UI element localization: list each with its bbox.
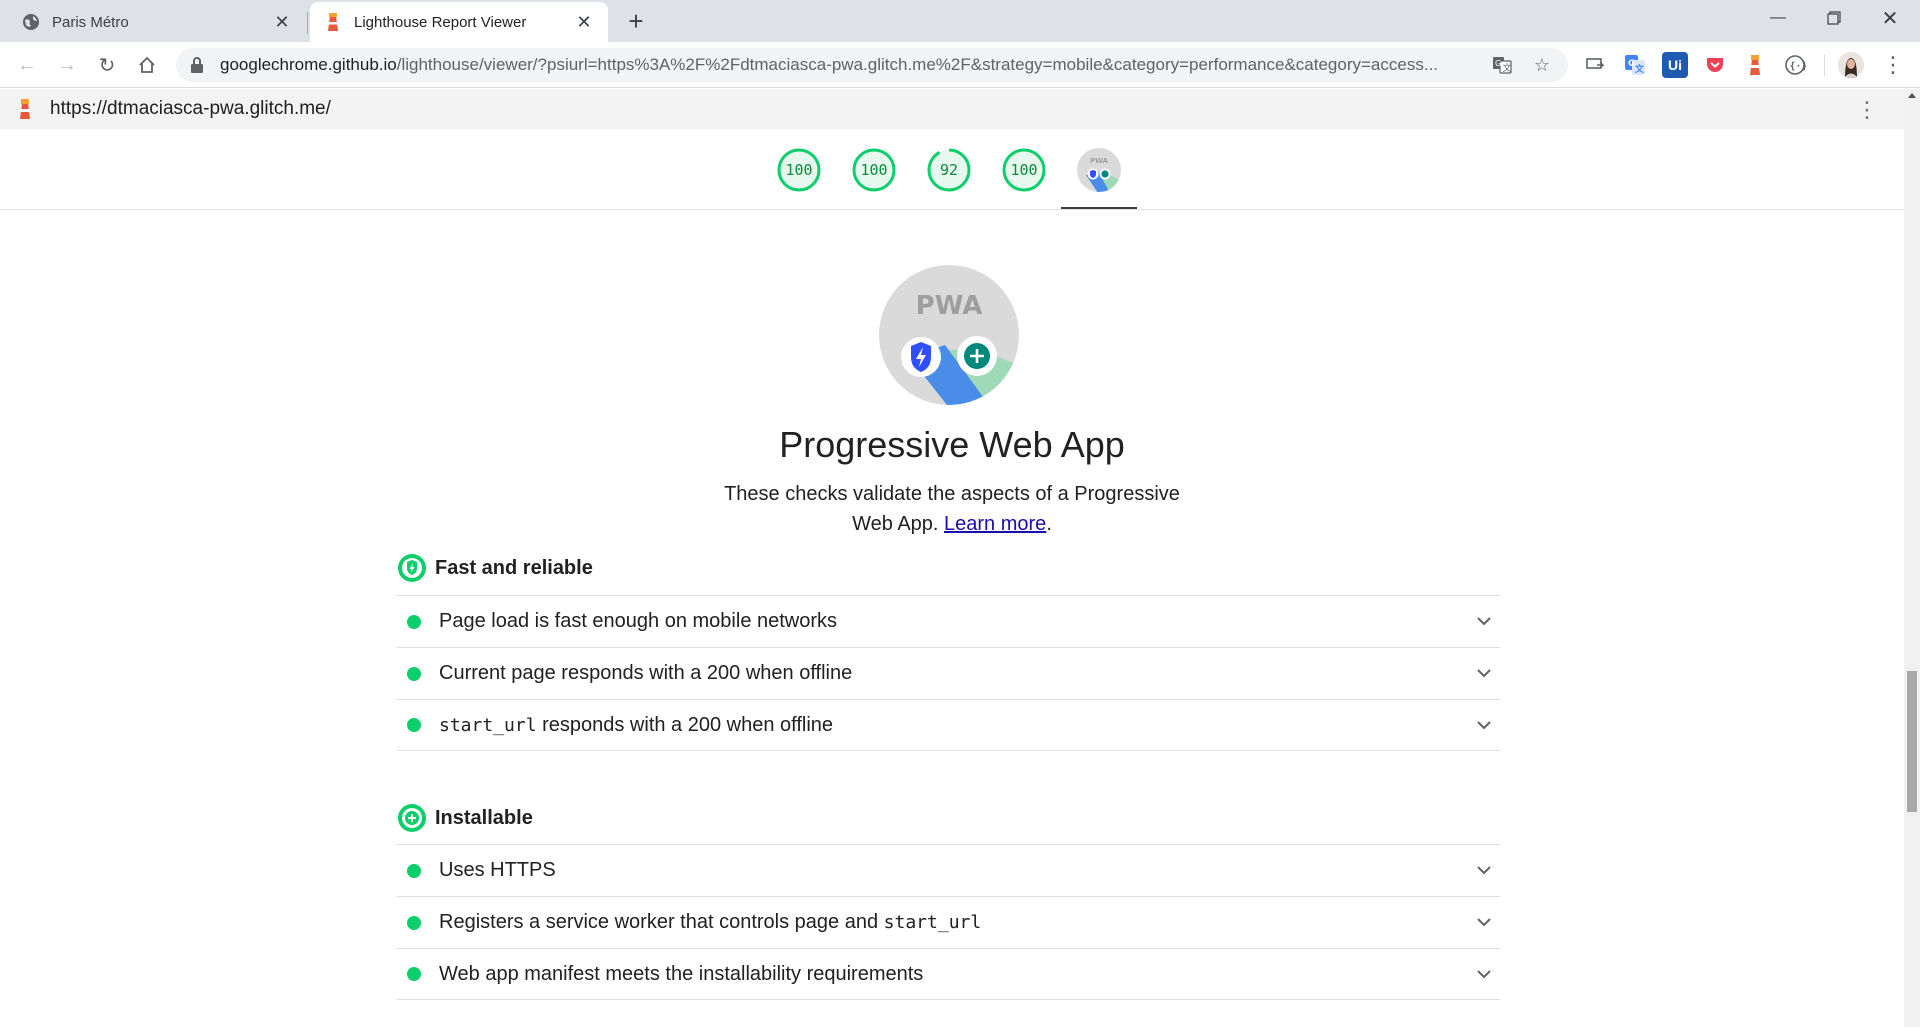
uipath-extension-icon[interactable]: Ui <box>1662 52 1688 78</box>
svg-text:PWA: PWA <box>1090 157 1109 165</box>
svg-text:文: 文 <box>1634 63 1645 75</box>
audit-title-text: Registers a service worker that controls… <box>439 911 884 933</box>
pass-indicator <box>407 666 421 681</box>
audit-row-start-url-offline[interactable]: start_url responds with a 200 when offli… <box>397 699 1500 751</box>
page-scrollbar[interactable] <box>1904 89 1920 1027</box>
group-title: Installable <box>435 806 533 829</box>
gauge-pwa[interactable]: PWA <box>1076 147 1122 193</box>
chevron-down-icon[interactable] <box>1474 715 1494 735</box>
new-tab-button[interactable]: + <box>620 5 652 37</box>
url-text: googlechrome.github.io/lighthouse/viewer… <box>220 55 1474 75</box>
gauge-score: 100 <box>860 161 888 179</box>
category-description: These checks validate the aspects of a P… <box>712 479 1192 539</box>
google-translate-icon[interactable]: G文 <box>1622 52 1648 78</box>
toolbar-divider <box>1824 54 1825 76</box>
audit-title: Uses HTTPS <box>439 859 556 881</box>
svg-text:{·}: {·} <box>1790 61 1807 72</box>
group-header-fast-reliable: Fast and reliable <box>397 553 593 583</box>
audit-row-offline-200[interactable]: Current page responds with a 200 when of… <box>397 647 1500 699</box>
audit-title: Web app manifest meets the installabilit… <box>439 962 924 985</box>
lighthouse-icon <box>324 13 342 31</box>
pwa-badge-gauge: PWA <box>879 265 1019 405</box>
group-header-installable: Installable <box>397 803 533 833</box>
gauge-performance[interactable]: 100 <box>776 147 822 193</box>
chevron-down-icon[interactable] <box>1474 612 1494 632</box>
close-window-icon[interactable]: ✕ <box>1862 0 1918 36</box>
chrome-menu-icon[interactable]: ⋮ <box>1878 50 1908 80</box>
audit-title-rest: responds with a 200 when offline <box>536 713 834 736</box>
tab-paris-metro[interactable]: Paris Métro ✕ <box>8 2 306 42</box>
close-tab-icon[interactable]: ✕ <box>574 12 594 32</box>
report-url: https://dtmaciasca-pwa.glitch.me/ <box>50 98 331 119</box>
tab-lighthouse-report-viewer[interactable]: Lighthouse Report Viewer ✕ <box>310 2 608 42</box>
minimize-icon[interactable]: — <box>1750 0 1806 36</box>
audit-row-load-fast[interactable]: Page load is fast enough on mobile netwo… <box>397 595 1500 647</box>
url-host: googlechrome.github.io <box>220 55 397 74</box>
audit-row-uses-https[interactable]: Uses HTTPS <box>397 844 1500 896</box>
score-gauges-header: 100 100 92 100 PWA <box>0 129 1904 210</box>
gauge-score: 92 <box>939 161 959 179</box>
gauge-score: 100 <box>785 161 813 179</box>
pwa-badge-label: PWA <box>916 291 983 321</box>
tab-title: Paris Métro <box>52 13 129 31</box>
bookmark-star-icon[interactable]: ☆ <box>1530 53 1554 77</box>
installable-icon <box>397 803 427 833</box>
reload-icon[interactable]: ↻ <box>92 50 122 80</box>
tab-separator <box>307 12 308 34</box>
close-tab-icon[interactable]: ✕ <box>272 12 292 32</box>
category-title: Progressive Web App <box>779 424 1125 465</box>
report-menu-icon[interactable]: ⋮ <box>1856 97 1878 123</box>
scrollbar-thumb[interactable] <box>1907 671 1917 812</box>
code-start-url: start_url <box>439 714 537 736</box>
pass-indicator <box>407 967 421 981</box>
back-icon[interactable]: ← <box>12 50 42 80</box>
tab-title: Lighthouse Report Viewer <box>354 13 527 31</box>
chevron-down-icon[interactable] <box>1474 913 1494 933</box>
pass-indicator <box>407 863 421 878</box>
audit-row-manifest-installable[interactable]: Web app manifest meets the installabilit… <box>397 948 1500 1000</box>
chevron-down-icon[interactable] <box>1474 861 1494 881</box>
audit-title: Registers a service worker that controls… <box>439 911 1474 934</box>
translate-icon[interactable]: 文G <box>1490 53 1514 77</box>
forward-icon[interactable]: → <box>52 50 82 80</box>
code-start-url: start_url <box>883 912 982 933</box>
report-topbar: https://dtmaciasca-pwa.glitch.me/ ⋮ <box>0 89 1904 129</box>
chevron-down-icon[interactable] <box>1474 664 1494 684</box>
uipath-label: Ui <box>1668 57 1682 73</box>
restore-icon[interactable] <box>1806 0 1862 36</box>
address-bar[interactable]: googlechrome.github.io/lighthouse/viewer… <box>176 48 1568 82</box>
pass-indicator <box>407 718 421 732</box>
profile-avatar[interactable] <box>1838 52 1864 78</box>
globe-icon <box>22 13 40 31</box>
gauge-accessibility[interactable]: 100 <box>851 147 897 193</box>
tab-strip: Paris Métro ✕ Lighthouse Report Viewer ✕… <box>0 0 1920 42</box>
gauge-seo[interactable]: 100 <box>1001 147 1047 193</box>
learn-more-link[interactable]: Learn more <box>944 513 1046 535</box>
group-title: Fast and reliable <box>435 556 593 579</box>
pass-indicator <box>407 614 421 629</box>
pocket-icon[interactable] <box>1702 52 1728 78</box>
url-path: /lighthouse/viewer/?psiurl=https%3A%2F%2… <box>396 55 1439 74</box>
scroll-up-arrow-icon[interactable] <box>1908 93 1916 98</box>
lighthouse-logo-icon <box>16 98 36 120</box>
active-gauge-indicator <box>1061 207 1137 209</box>
pass-indicator <box>407 915 421 930</box>
audit-title: Page load is fast enough on mobile netwo… <box>439 610 838 632</box>
fast-reliable-icon <box>397 553 427 583</box>
home-icon[interactable] <box>132 50 162 80</box>
audit-title: Current page responds with a 200 when of… <box>439 662 853 684</box>
cast-icon[interactable] <box>1582 52 1608 78</box>
chevron-down-icon[interactable] <box>1474 964 1494 984</box>
devtools-extension-icon[interactable]: {·} <box>1782 52 1808 78</box>
description-period: . <box>1046 513 1052 535</box>
gauge-score: 100 <box>1010 161 1038 179</box>
audit-row-service-worker[interactable]: Registers a service worker that controls… <box>397 896 1500 948</box>
browser-toolbar: ← → ↻ googlechrome.github.io/lighthouse/… <box>0 42 1920 88</box>
lighthouse-extension-icon[interactable] <box>1742 52 1768 78</box>
svg-text:文: 文 <box>1503 62 1512 74</box>
svg-text:G: G <box>1495 59 1501 68</box>
audit-title: start_url responds with a 200 when offli… <box>439 714 1474 737</box>
gauge-best-practices[interactable]: 92 <box>926 147 972 193</box>
lock-icon <box>190 57 206 73</box>
